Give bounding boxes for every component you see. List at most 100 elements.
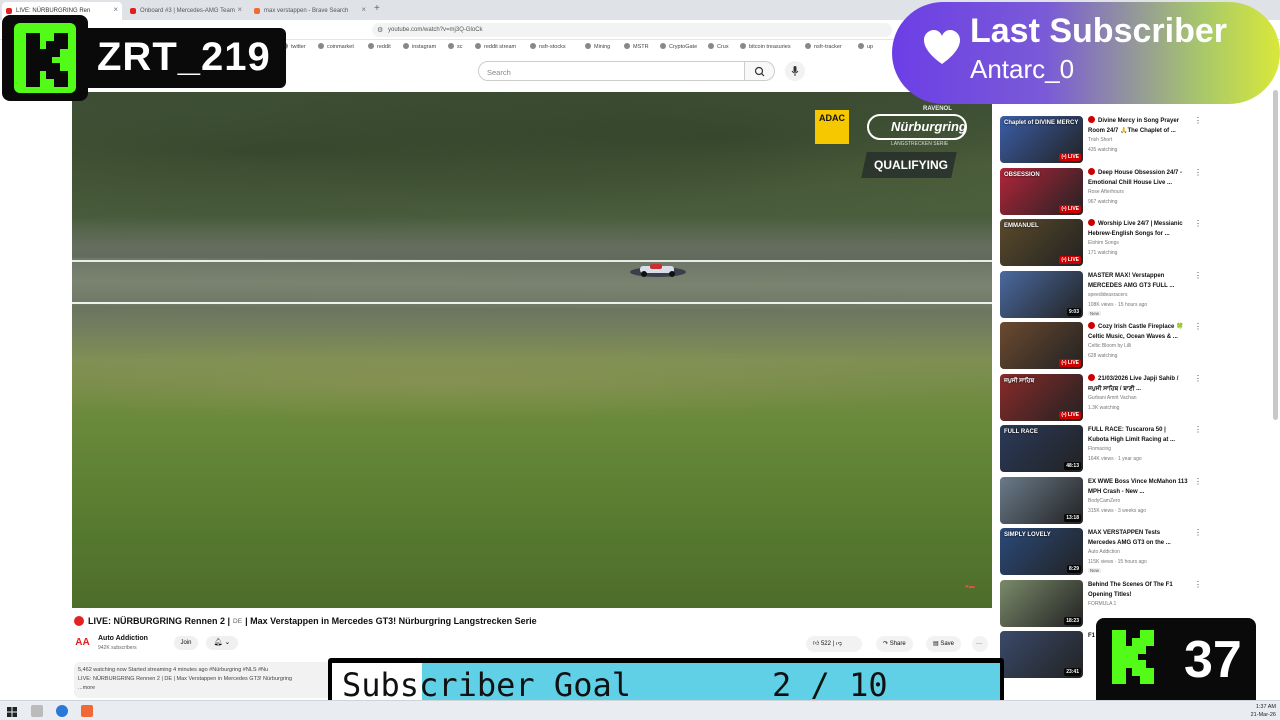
recommended-video-title[interactable]: MASTER MAX! Verstappen MERCEDES AMG GT3 … bbox=[1088, 271, 1188, 291]
recommended-video-title[interactable]: Divine Mercy in Song Prayer Room 24/7 🙏T… bbox=[1088, 116, 1188, 136]
bookmark-item[interactable]: nsfr-stocks bbox=[530, 43, 566, 50]
recommended-channel[interactable]: Auto Addiction bbox=[1088, 549, 1120, 555]
recommended-channel[interactable]: BodyCamZero bbox=[1088, 498, 1120, 504]
app-icon[interactable] bbox=[56, 705, 68, 717]
bookmark-item[interactable]: nsfr-tracker bbox=[805, 43, 842, 50]
recommended-channel[interactable]: speedideasracers bbox=[1088, 292, 1127, 298]
recommended-meta: 171 watching bbox=[1088, 250, 1118, 256]
bookmark-item[interactable]: reddit bbox=[368, 43, 391, 50]
more-options-icon[interactable]: ⋮ bbox=[1194, 168, 1202, 177]
video-thumbnail[interactable]: Chaplet of DIVINE MERCY (•) LIVE bbox=[1000, 116, 1083, 163]
video-thumbnail[interactable]: (•) LIVE bbox=[1000, 322, 1083, 369]
recommended-channel[interactable]: Flomacing bbox=[1088, 446, 1111, 452]
video-thumbnail[interactable]: SIMPLY LOVELY 8:29 bbox=[1000, 528, 1083, 575]
video-thumbnail[interactable]: 23:41 bbox=[1000, 631, 1083, 678]
bookmark-item[interactable]: coinmarket bbox=[318, 43, 354, 50]
bookmark-item[interactable]: MSTR bbox=[624, 43, 649, 50]
video-thumbnail[interactable]: 9:03 bbox=[1000, 271, 1083, 318]
bookmark-item[interactable]: Crux bbox=[708, 43, 729, 50]
bookmark-item[interactable]: sc bbox=[448, 43, 463, 50]
site-info-icon[interactable]: ⚙ bbox=[377, 26, 383, 34]
recommended-video-title[interactable]: EX WWE Boss Vince McMahon 113 MPH Crash … bbox=[1088, 477, 1188, 497]
more-options-icon[interactable]: ⋮ bbox=[1194, 477, 1202, 486]
recommended-video-title[interactable]: Cozy Irish Castle Fireplace 🍀 Celtic Mus… bbox=[1088, 322, 1188, 342]
new-tab-icon[interactable]: + bbox=[374, 3, 380, 14]
close-icon[interactable]: × bbox=[113, 5, 118, 14]
bookmark-item[interactable]: reddit stream bbox=[475, 43, 516, 50]
more-options-icon[interactable]: ⋮ bbox=[1194, 425, 1202, 434]
channel-avatar[interactable]: AA bbox=[74, 634, 91, 651]
video-thumbnail[interactable]: 13:18 bbox=[1000, 477, 1083, 524]
recommended-video[interactable]: ਜਪੁਜੀ ਸਾਹਿਬ (•) LIVE 21/03/2026 Live Japji… bbox=[1000, 374, 1202, 422]
more-actions-button[interactable]: ··· bbox=[972, 636, 988, 652]
recommended-video[interactable]: Chaplet of DIVINE MERCY (•) LIVE Divine Me… bbox=[1000, 116, 1202, 164]
recommended-video[interactable]: OBSESSION (•) LIVE Deep House Obsession 24… bbox=[1000, 168, 1202, 216]
description-more-link[interactable]: ...more bbox=[78, 684, 328, 693]
recommended-channel[interactable]: Celtic Bloom by Lilli bbox=[1088, 343, 1131, 349]
voice-search-button[interactable] bbox=[785, 61, 805, 81]
recommended-video[interactable]: (•) LIVE Cozy Irish Castle Fireplace 🍀 Ce… bbox=[1000, 322, 1202, 370]
recommended-video-title[interactable]: FULL RACE: Tuscarora 50 | Kubota High Li… bbox=[1088, 425, 1188, 445]
browser-tab[interactable]: Onboard #3 | Mercedes-AMG Team × bbox=[126, 2, 246, 20]
language-tag: DE bbox=[233, 617, 243, 625]
recommended-channel[interactable]: Trish Short bbox=[1088, 137, 1112, 143]
join-button[interactable]: Join bbox=[174, 636, 198, 650]
scrollbar[interactable] bbox=[1273, 90, 1278, 420]
more-options-icon[interactable]: ⋮ bbox=[1194, 374, 1202, 383]
channel-name[interactable]: Auto Addiction bbox=[98, 635, 148, 642]
title-text: Worship Live 24/7 | Messianic Hebrew-Eng… bbox=[1088, 221, 1183, 237]
more-options-icon[interactable]: ⋮ bbox=[1194, 528, 1202, 537]
more-options-icon[interactable]: ⋮ bbox=[1194, 580, 1202, 589]
recommended-channel[interactable]: Elohim Songs bbox=[1088, 240, 1119, 246]
video-thumbnail[interactable]: ਜਪੁਜੀ ਸਾਹਿਬ (•) LIVE bbox=[1000, 374, 1083, 421]
video-thumbnail[interactable]: EMMANUEL (•) LIVE bbox=[1000, 219, 1083, 266]
recommended-video[interactable]: EMMANUEL (•) LIVE Worship Live 24/7 | Mess… bbox=[1000, 219, 1202, 267]
series-name-text: Nürburgring bbox=[891, 119, 967, 134]
bookmark-item[interactable]: Mining bbox=[585, 43, 610, 50]
description-box[interactable]: 5,462 watching now Started streaming 4 m… bbox=[74, 662, 332, 698]
like-button[interactable]: 👍︎ 522 | 👎︎ bbox=[806, 636, 862, 652]
streamer-name: ZRT_219 bbox=[88, 28, 286, 88]
thumbnail-text: ਜਪੁਜੀ ਸਾਹਿਬ bbox=[1004, 378, 1035, 384]
recommended-channel[interactable]: Rose Afterhours bbox=[1088, 189, 1124, 195]
close-icon[interactable]: × bbox=[361, 5, 366, 14]
browser-tab[interactable]: max verstappen - Brave Search × bbox=[250, 2, 370, 20]
video-thumbnail[interactable]: OBSESSION (•) LIVE bbox=[1000, 168, 1083, 215]
tab-title: Onboard #3 | Mercedes-AMG Team bbox=[140, 8, 235, 14]
more-options-icon[interactable]: ⋮ bbox=[1194, 219, 1202, 228]
video-player[interactable]: ADAC RAVENOL Nürburgring LANGSTRECKEN SE… bbox=[72, 92, 992, 608]
recommended-video-title[interactable]: 21/03/2026 Live Japji Sahib / ਜਪੁਜੀ ਸਾਹਿ… bbox=[1088, 374, 1188, 394]
bookmark-item[interactable]: instagram bbox=[403, 43, 436, 50]
file-explorer-icon[interactable] bbox=[31, 705, 43, 717]
recommended-channel[interactable]: FORMULA 1 bbox=[1088, 601, 1116, 607]
video-thumbnail[interactable]: FULL RACE 48:13 bbox=[1000, 425, 1083, 472]
video-thumbnail[interactable]: 18:23 bbox=[1000, 580, 1083, 627]
more-options-icon[interactable]: ⋮ bbox=[1194, 322, 1202, 331]
recommended-video[interactable]: FULL RACE 48:13 FULL RACE: Tuscarora 50 | … bbox=[1000, 425, 1202, 473]
recommended-video-title[interactable]: Worship Live 24/7 | Messianic Hebrew-Eng… bbox=[1088, 219, 1188, 239]
more-options-icon[interactable]: ⋮ bbox=[1194, 271, 1202, 280]
recommended-video-title[interactable]: Deep House Obsession 24/7 - Emotional Ch… bbox=[1088, 168, 1188, 188]
recommended-video[interactable]: 9:03 MASTER MAX! Verstappen MERCEDES AMG … bbox=[1000, 271, 1202, 319]
url-field[interactable]: ⚙ youtube.com/watch?v=mj3Q-GloCk bbox=[372, 23, 892, 37]
save-button[interactable]: ▤ Save bbox=[926, 636, 962, 652]
race-car-graphic bbox=[630, 264, 686, 277]
search-button[interactable] bbox=[745, 61, 775, 81]
bookmark-item[interactable]: bitcoin treasuries bbox=[740, 43, 791, 50]
bookmark-item[interactable]: up bbox=[858, 43, 873, 50]
recommended-video-title[interactable]: MAX VERSTAPPEN Tests Mercedes AMG GT3 on… bbox=[1088, 528, 1188, 548]
bookmark-favicon-icon bbox=[740, 43, 746, 49]
subscribe-bell-button[interactable]: 🔔︎ ⌄ bbox=[206, 636, 238, 650]
close-icon[interactable]: × bbox=[237, 5, 242, 14]
search-input[interactable]: Search bbox=[478, 61, 745, 81]
windows-start-icon[interactable] bbox=[6, 705, 18, 717]
more-options-icon[interactable]: ⋮ bbox=[1194, 116, 1202, 125]
bookmark-item[interactable]: CryptoGate bbox=[660, 43, 697, 50]
recommended-video-title[interactable]: Behind The Scenes Of The F1 Opening Titl… bbox=[1088, 580, 1188, 600]
brave-browser-icon[interactable] bbox=[81, 705, 93, 717]
recommended-channel[interactable]: Gurbani Amrit Vachan bbox=[1088, 395, 1137, 401]
bookmark-label: instagram bbox=[412, 44, 437, 50]
share-button[interactable]: ↷ Share bbox=[876, 636, 913, 652]
recommended-video[interactable]: 13:18 EX WWE Boss Vince McMahon 113 MPH C… bbox=[1000, 477, 1202, 525]
recommended-video[interactable]: SIMPLY LOVELY 8:29 MAX VERSTAPPEN Tests Me… bbox=[1000, 528, 1202, 576]
